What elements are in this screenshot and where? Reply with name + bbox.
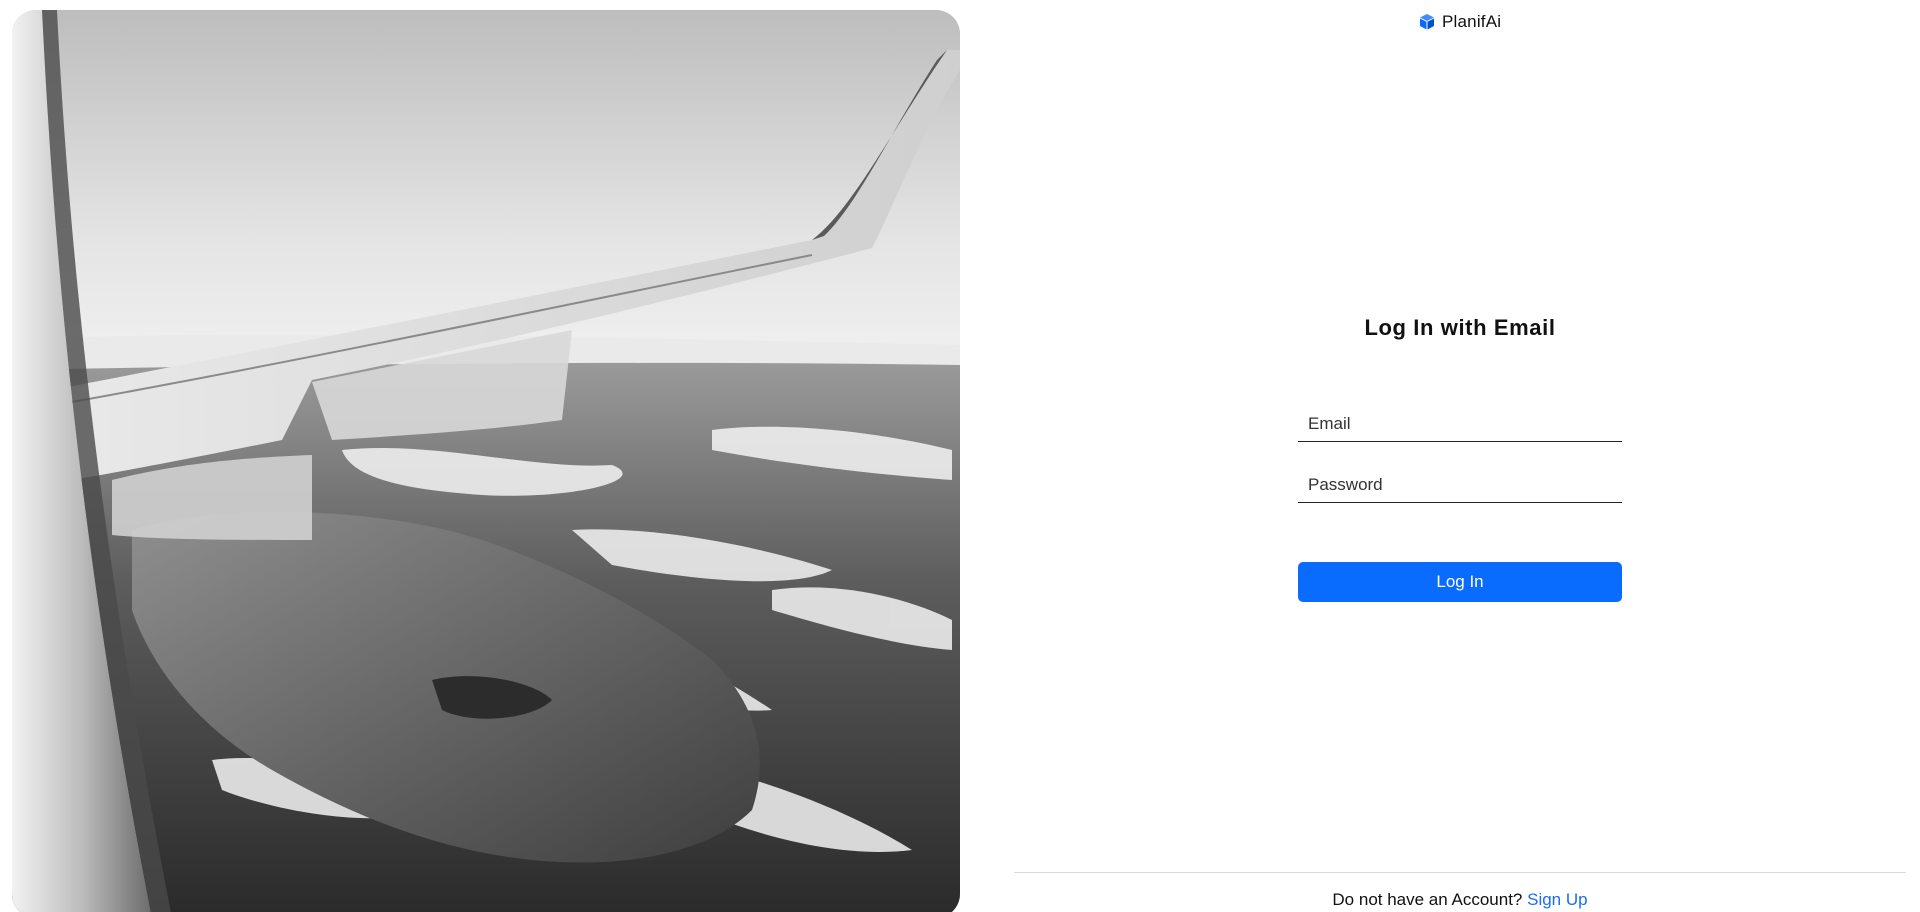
signup-link[interactable]: Sign Up: [1527, 890, 1587, 909]
email-field[interactable]: [1298, 406, 1622, 442]
signup-prompt: Do not have an Account? Sign Up: [1014, 890, 1906, 910]
login-page: PlanifAi Log In with Email Log In Do not…: [0, 0, 1920, 912]
brand-name: PlanifAi: [1442, 12, 1502, 31]
footer-divider: [1014, 872, 1906, 873]
hero-image: [12, 10, 960, 912]
login-title: Log In with Email: [1364, 315, 1556, 340]
login-button[interactable]: Log In: [1298, 562, 1622, 602]
brand-logo: PlanifAi: [1418, 11, 1501, 33]
airplane-wing-illustration: [12, 10, 960, 912]
cube-icon: [1418, 13, 1436, 31]
signup-prompt-text: Do not have an Account?: [1332, 890, 1528, 909]
password-field[interactable]: [1298, 467, 1622, 503]
